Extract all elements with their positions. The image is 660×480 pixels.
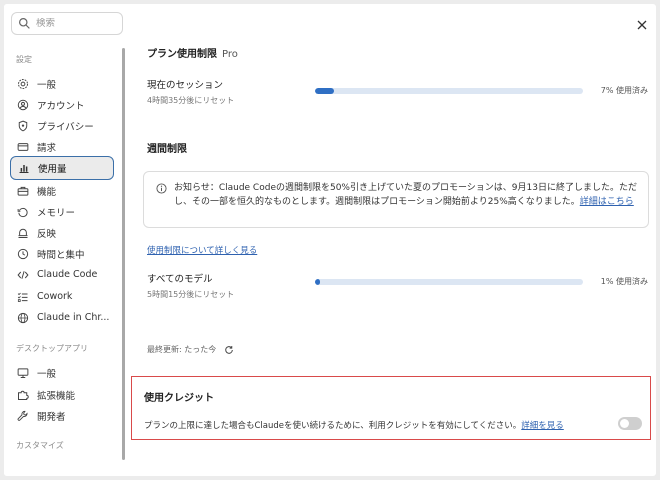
session-reset-text: 4時間35分後にリセット <box>147 96 235 105</box>
memory-icon <box>17 207 28 217</box>
sidebar-item-label: 反映 <box>37 228 57 240</box>
bell-icon <box>18 228 28 238</box>
sidebar-item-desktop-general[interactable]: 一般 <box>10 362 114 383</box>
credits-details-link[interactable]: 詳細を見る <box>521 421 564 431</box>
sidebar-item-label: 使用量 <box>38 164 67 175</box>
section-label-customize: カスタマイズ <box>16 441 64 450</box>
monitor-icon <box>17 367 29 378</box>
sidebar-item-label: Cowork <box>37 291 73 302</box>
plan-title-text: プラン使用制限 <box>147 49 217 60</box>
search-box[interactable] <box>11 12 123 35</box>
user-circle-icon <box>17 99 29 110</box>
all-models-percent: 1% 使用済み <box>600 277 648 286</box>
sidebar-item-label: 請求 <box>37 142 57 154</box>
search-input[interactable] <box>36 18 120 29</box>
last-updated: 最終更新: たった今 <box>147 344 234 355</box>
section-label-settings: 設定 <box>16 55 32 64</box>
learn-more-link[interactable]: 使用制限について詳しく見る <box>147 244 257 256</box>
sidebar-item-developer[interactable]: 開発者 <box>10 405 114 426</box>
sidebar-item-extensions[interactable]: 拡張機能 <box>10 384 114 405</box>
code-icon <box>17 270 29 279</box>
gear-icon <box>18 78 28 89</box>
all-models-progress-fill <box>315 279 321 285</box>
session-label: 現在のセッション <box>147 80 224 91</box>
session-percent: 7% 使用済み <box>600 86 648 95</box>
credits-description-text: プランの上限に達した場合もClaudeを使い続けるために、利用クレジットを有効に… <box>144 421 522 431</box>
info-icon <box>156 183 167 194</box>
all-models-label: すべてのモデル <box>147 274 213 285</box>
toolbox-icon <box>17 186 29 196</box>
sidebar-item-label: プライバシー <box>37 121 94 133</box>
sidebar-item-cowork[interactable]: Cowork <box>10 286 114 307</box>
refresh-icon[interactable] <box>224 345 234 355</box>
usage-credits-description: プランの上限に達した場合もClaudeを使い続けるために、利用クレジットを有効に… <box>144 419 564 431</box>
sidebar-item-label: 一般 <box>37 368 57 380</box>
sidebar-item-general[interactable]: 一般 <box>10 73 114 94</box>
usage-credits-toggle[interactable] <box>618 417 642 430</box>
usage-credits-title: 使用クレジット <box>144 393 214 404</box>
sidebar-item-label: メモリー <box>37 207 76 219</box>
checklist-icon <box>17 292 28 302</box>
last-updated-text: 最終更新: たった今 <box>147 345 217 354</box>
session-progress-fill <box>315 88 334 94</box>
globe-icon <box>17 312 29 323</box>
all-models-reset-text: 5時間15分後にリセット <box>147 290 235 299</box>
sidebar-item-label: Claude in Chr... <box>37 312 110 323</box>
notice-text-block: お知らせ：Claude Codeの週間制限を50%引き上げていた夏のプロモーショ… <box>174 181 644 209</box>
sidebar-scrollbar[interactable] <box>122 48 125 460</box>
all-models-progress-bar <box>315 279 583 285</box>
sidebar-item-time-focus[interactable]: 時間と集中 <box>10 243 114 264</box>
sidebar-item-label: アカウント <box>37 100 85 112</box>
extension-icon <box>18 390 29 400</box>
notice-details-link[interactable]: 詳細はこちら <box>580 197 634 207</box>
sidebar-item-label: 拡張機能 <box>37 390 76 402</box>
shield-icon <box>18 120 28 131</box>
plan-badge: Pro <box>222 49 238 60</box>
sidebar-item-label: 開発者 <box>37 411 66 423</box>
sidebar: 設定 一般 アカウント プライバシー 請求 使用量 機能 メモリー <box>4 4 128 476</box>
sidebar-item-privacy[interactable]: プライバシー <box>10 115 114 136</box>
sidebar-item-features[interactable]: 機能 <box>10 180 114 201</box>
credit-card-icon <box>17 142 29 151</box>
weekly-limits-title: 週間制限 <box>147 144 187 155</box>
notice-text: お知らせ：Claude Codeの週間制限を50%引き上げていた夏のプロモーショ… <box>174 183 637 207</box>
search-icon <box>19 18 30 29</box>
usage-credits-section: 使用クレジット プランの上限に達した場合もClaudeを使い続けるために、利用ク… <box>131 376 651 440</box>
sidebar-item-label: 一般 <box>37 79 57 91</box>
sidebar-item-account[interactable]: アカウント <box>10 94 114 115</box>
sidebar-item-usage[interactable]: 使用量 <box>10 156 114 180</box>
sidebar-item-memory[interactable]: メモリー <box>10 201 114 222</box>
close-icon[interactable] <box>636 19 648 31</box>
sidebar-item-billing[interactable]: 請求 <box>10 136 114 157</box>
sidebar-item-label: 機能 <box>37 186 57 198</box>
bar-chart-icon <box>19 165 29 173</box>
session-progress-bar <box>315 88 583 94</box>
clock-icon <box>17 248 29 259</box>
section-label-desktop: デスクトップアプリ <box>16 344 88 353</box>
plan-usage-title: プラン使用制限 Pro <box>147 45 238 60</box>
sidebar-item-claude-code[interactable]: Claude Code <box>10 264 114 285</box>
sidebar-item-reflection[interactable]: 反映 <box>10 222 114 243</box>
promo-notice: お知らせ：Claude Codeの週間制限を50%引き上げていた夏のプロモーショ… <box>143 171 649 228</box>
sidebar-item-label: 時間と集中 <box>37 249 85 261</box>
settings-window: 設定 一般 アカウント プライバシー 請求 使用量 機能 メモリー <box>4 4 656 476</box>
sidebar-item-label: Claude Code <box>37 269 98 280</box>
sidebar-item-claude-in-chrome[interactable]: Claude in Chr... <box>10 307 114 328</box>
toggle-knob <box>620 419 629 428</box>
wrench-icon <box>17 410 28 421</box>
